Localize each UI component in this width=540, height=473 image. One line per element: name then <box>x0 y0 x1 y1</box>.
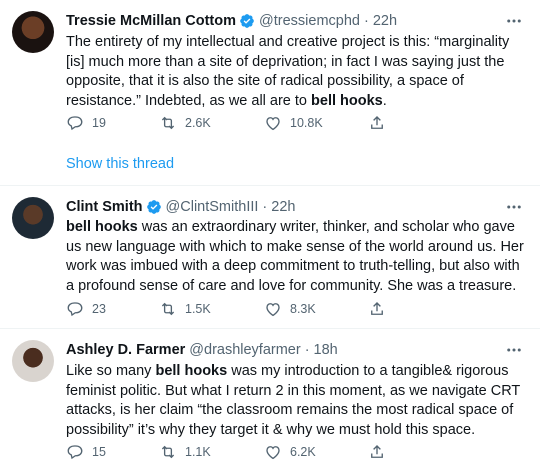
retweet-button[interactable]: 2.6K <box>159 114 211 132</box>
author-handle[interactable]: @ClintSmithIII <box>166 199 259 215</box>
like-button[interactable]: 6.2K <box>264 443 316 461</box>
separator-dot: · <box>304 342 310 358</box>
retweet-icon <box>161 445 175 459</box>
avatar[interactable] <box>12 11 54 53</box>
retweet-button[interactable]: 1.5K <box>159 300 211 318</box>
reply-button[interactable]: 15 <box>66 443 106 461</box>
separator-dot: · <box>363 13 369 29</box>
retweet-button[interactable]: 1.1K <box>159 443 211 461</box>
tweet-text: Like so many bell hooks was my introduct… <box>66 363 520 438</box>
retweet-icon <box>161 116 175 130</box>
avatar[interactable] <box>12 340 54 382</box>
reply-button[interactable]: 23 <box>66 300 106 318</box>
bell-hooks-link[interactable]: bell hooks <box>66 219 138 235</box>
tweet[interactable]: Tressie McMillan Cottom @tressiemcphd · … <box>0 0 540 186</box>
like-icon <box>266 117 280 131</box>
tweet[interactable]: Ashley D. Farmer @drashleyfarmer · 18h L… <box>0 329 540 473</box>
like-button[interactable]: 8.3K <box>264 300 316 318</box>
tweet-header: Tressie McMillan Cottom @tressiemcphd · … <box>66 12 397 30</box>
tweet-header: Ashley D. Farmer @drashleyfarmer · 18h <box>66 341 338 359</box>
author-handle[interactable]: @drashleyfarmer <box>189 342 300 358</box>
retweet-icon <box>161 302 175 316</box>
author-name[interactable]: Clint Smith <box>66 199 143 215</box>
author-handle[interactable]: @tressiemcphd <box>259 13 360 29</box>
more-icon[interactable] <box>504 12 524 30</box>
like-button[interactable]: 10.8K <box>264 114 323 132</box>
author-name[interactable]: Ashley D. Farmer <box>66 342 185 358</box>
more-icon[interactable] <box>504 198 524 216</box>
tweet-text: bell hooks was an extraordinary writer, … <box>66 219 524 294</box>
tweet-time[interactable]: 22h <box>271 199 295 215</box>
bell-hooks-link[interactable]: bell hooks <box>311 93 383 109</box>
reply-icon <box>67 445 83 460</box>
tweet-actions: 23 1.5K 8.3K <box>66 299 426 319</box>
tweet-time[interactable]: 22h <box>373 13 397 29</box>
share-button[interactable] <box>368 443 394 461</box>
tweet-feed: Tressie McMillan Cottom @tressiemcphd · … <box>0 0 540 473</box>
share-icon <box>371 116 383 129</box>
tweet[interactable]: Clint Smith @ClintSmithIII · 22h bell ho… <box>0 186 540 329</box>
share-button[interactable] <box>368 114 394 132</box>
more-icon[interactable] <box>504 341 524 359</box>
tweet-text: The entirety of my intellectual and crea… <box>66 34 510 109</box>
share-icon <box>371 445 383 458</box>
bell-hooks-link[interactable]: bell hooks <box>155 363 227 379</box>
share-button[interactable] <box>368 300 394 318</box>
author-name[interactable]: Tressie McMillan Cottom <box>66 13 236 29</box>
like-icon <box>266 446 280 460</box>
like-icon <box>266 303 280 317</box>
tweet-actions: 19 2.6K 10.8K <box>66 113 426 133</box>
reply-button[interactable]: 19 <box>66 114 106 132</box>
reply-icon <box>67 302 83 317</box>
tweet-header: Clint Smith @ClintSmithIII · 22h <box>66 198 295 216</box>
verified-badge-icon <box>240 14 254 28</box>
share-icon <box>371 302 383 315</box>
show-thread-link[interactable]: Show this thread <box>66 156 174 172</box>
avatar[interactable] <box>12 197 54 239</box>
verified-badge-icon <box>146 200 161 214</box>
tweet-time[interactable]: 18h <box>314 342 338 358</box>
separator-dot: · <box>262 199 268 215</box>
tweet-actions: 15 1.1K 6.2K <box>66 442 426 462</box>
reply-icon <box>67 116 83 131</box>
